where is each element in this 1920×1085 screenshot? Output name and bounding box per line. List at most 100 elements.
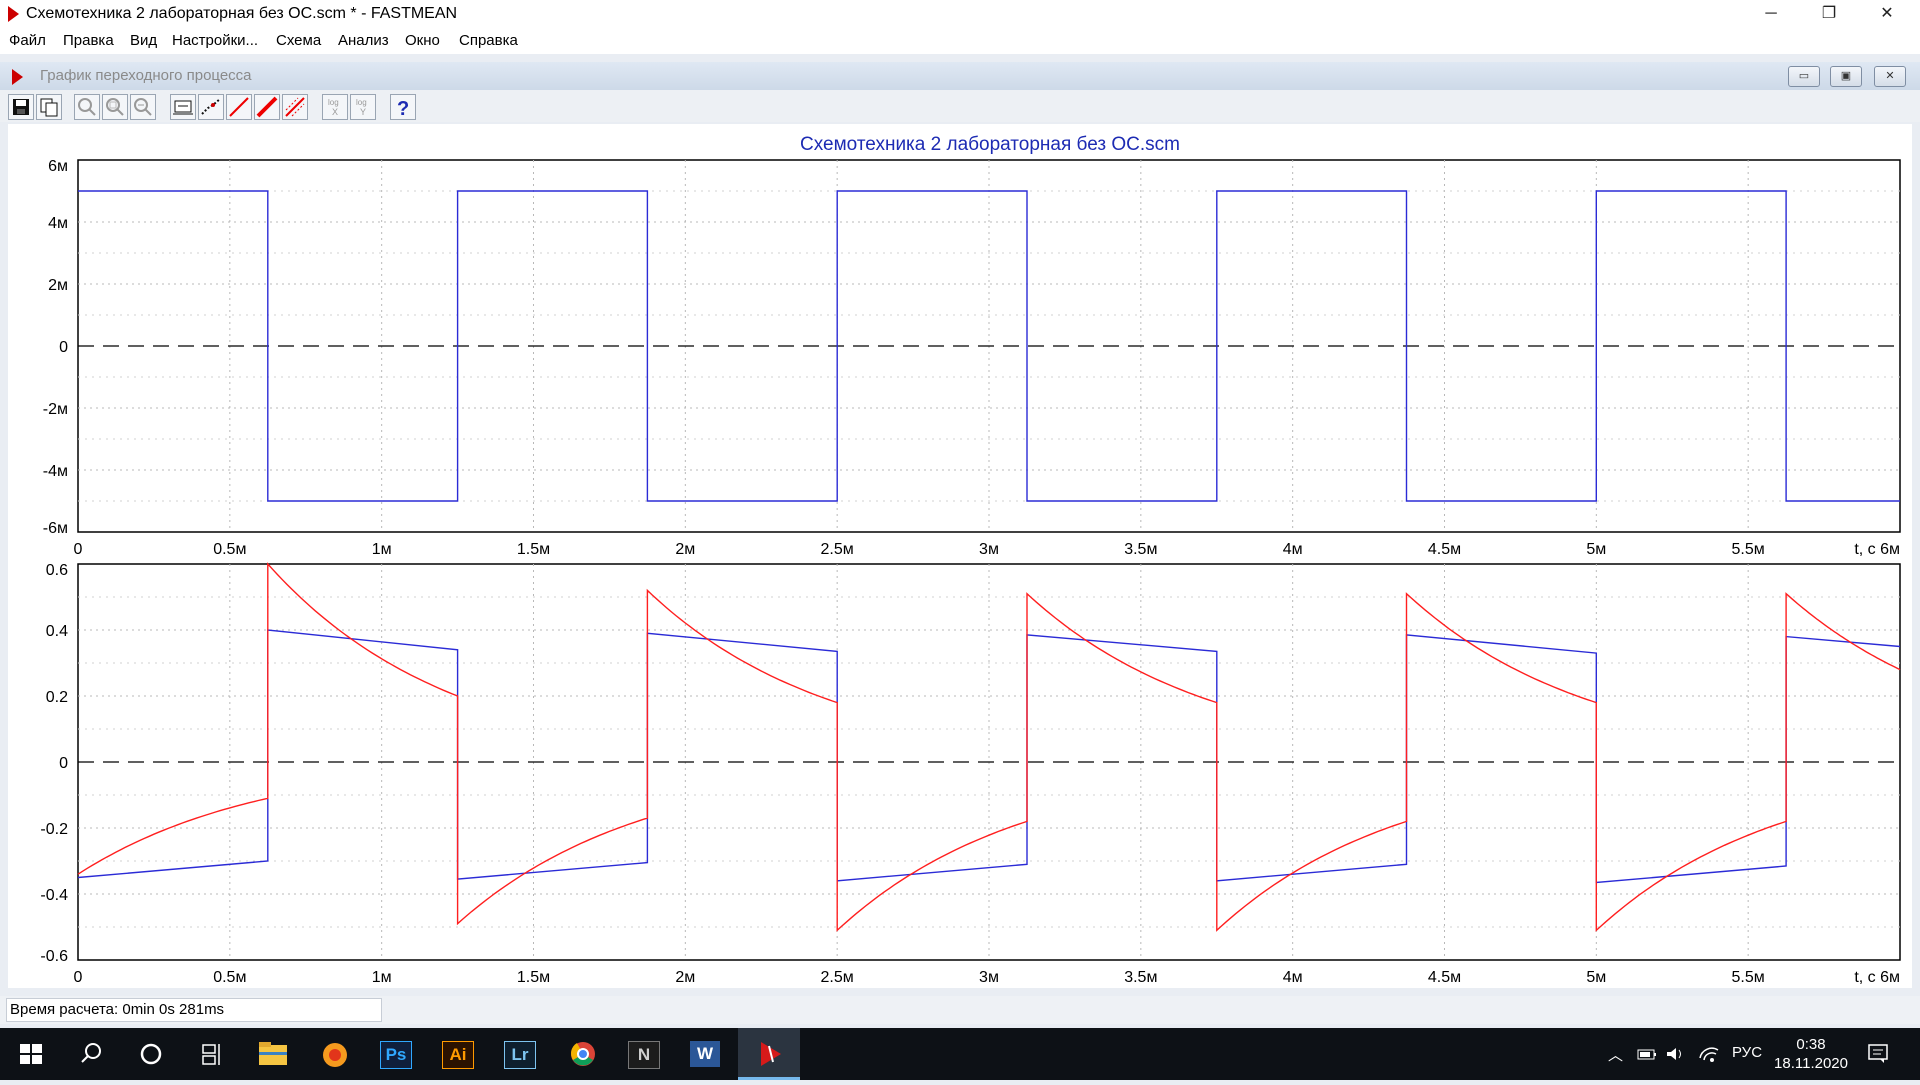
chart-0-x-tick-label: 5.5м bbox=[1732, 541, 1765, 558]
copy-icon bbox=[40, 98, 58, 117]
chart-0-x-tick-label: 4м bbox=[1283, 541, 1303, 558]
clock-date: 18.11.2020 bbox=[1774, 1055, 1848, 1072]
svg-text:log: log bbox=[356, 98, 367, 107]
help-icon: ? bbox=[397, 98, 409, 119]
close-button[interactable]: ✕ bbox=[1858, 0, 1916, 28]
save-button[interactable] bbox=[8, 94, 34, 120]
svg-text:log: log bbox=[328, 98, 339, 107]
points-button[interactable] bbox=[198, 94, 224, 120]
wifi-icon[interactable] bbox=[1698, 1044, 1720, 1064]
graph-window-icon bbox=[12, 69, 23, 85]
zoom-region-button[interactable] bbox=[102, 94, 128, 120]
marker-button[interactable] bbox=[170, 94, 196, 120]
chart-1-y-tick-label: 0.6 bbox=[46, 562, 68, 579]
menu-settings[interactable]: Настройки... bbox=[172, 32, 258, 49]
chart-0-x-tick-label: 2м bbox=[675, 541, 695, 558]
bold-line-icon bbox=[256, 96, 278, 118]
svg-text:Y: Y bbox=[360, 107, 366, 117]
menu-analysis[interactable]: Анализ bbox=[338, 32, 389, 49]
volume-icon[interactable] bbox=[1664, 1044, 1686, 1064]
fastmean-taskbar-button[interactable] bbox=[738, 1028, 800, 1080]
app-n-button[interactable]: N bbox=[614, 1028, 676, 1080]
transient-charts[interactable]: Схемотехника 2 лабораторная без ОС.scm 0… bbox=[8, 124, 1912, 988]
chart-0-x-tick-label: 0 bbox=[74, 541, 83, 558]
file-explorer-button[interactable] bbox=[242, 1028, 304, 1080]
lightroom-button[interactable]: Lr bbox=[490, 1028, 552, 1080]
copy-button[interactable] bbox=[36, 94, 62, 120]
zoom-button[interactable] bbox=[74, 94, 100, 120]
log-y-button[interactable]: log Y bbox=[350, 94, 376, 120]
photoshop-button[interactable]: Ps bbox=[366, 1028, 428, 1080]
illustrator-icon: Ai bbox=[442, 1041, 474, 1069]
chart-0-y-tick-label: 0 bbox=[59, 339, 68, 356]
clock[interactable]: 0:38 18.11.2020 bbox=[1774, 1035, 1848, 1073]
language-indicator[interactable]: РУС bbox=[1732, 1044, 1762, 1061]
chart-1-x-tick-label: 0.5м bbox=[213, 969, 246, 986]
chart-1-y-tick-label: -0.2 bbox=[40, 821, 68, 838]
chart-0-x-tick-label: 1м bbox=[372, 541, 392, 558]
menu-edit[interactable]: Правка bbox=[63, 32, 114, 49]
line-icon bbox=[229, 97, 249, 117]
zoom-region-icon bbox=[106, 98, 124, 116]
status-box: Время расчета: 0min 0s 281ms bbox=[6, 998, 382, 1022]
chrome-button[interactable] bbox=[552, 1028, 614, 1080]
lightroom-icon: Lr bbox=[504, 1041, 536, 1069]
chart-0-x-tick-label: 0.5м bbox=[213, 541, 246, 558]
battery-icon[interactable] bbox=[1636, 1044, 1658, 1064]
app-n-icon: N bbox=[628, 1041, 660, 1069]
minimize-button[interactable]: ─ bbox=[1742, 0, 1800, 28]
task-view-icon bbox=[202, 1044, 220, 1065]
line-button[interactable] bbox=[226, 94, 252, 120]
help-button[interactable]: ? bbox=[390, 94, 416, 120]
chart-1-x-tick-label: 1.5м bbox=[517, 969, 550, 986]
chart-0-x-tick-label: 1.5м bbox=[517, 541, 550, 558]
chart-0-y-tick-label: -2м bbox=[43, 401, 68, 418]
zoom-icon bbox=[78, 98, 96, 116]
inner-restore-button[interactable]: ▣ bbox=[1830, 66, 1862, 87]
restore-button[interactable]: ❐ bbox=[1800, 0, 1858, 28]
fastmean-icon bbox=[761, 1042, 781, 1066]
photoshop-icon: Ps bbox=[380, 1041, 412, 1069]
svg-text:?: ? bbox=[397, 98, 409, 119]
zoom-out-button[interactable] bbox=[130, 94, 156, 120]
taskbar: Ps Ai Lr N W ︿ РУС 0:38 18.11.2020 bbox=[0, 1028, 1920, 1080]
hatch-button[interactable] bbox=[282, 94, 308, 120]
search-button[interactable] bbox=[60, 1028, 122, 1080]
menu-bar: Файл Правка Вид Настройки... Схема Анали… bbox=[0, 28, 1920, 54]
chart-0-y-tick-label: 6м bbox=[48, 158, 68, 175]
log-y-icon: logY bbox=[356, 98, 367, 117]
chart-0-x-axis-label: t, с 6м bbox=[1854, 541, 1900, 558]
file-explorer-icon bbox=[259, 1042, 287, 1065]
menu-scheme[interactable]: Схема bbox=[276, 32, 321, 49]
task-view-button[interactable] bbox=[180, 1028, 242, 1080]
word-button[interactable]: W bbox=[676, 1028, 738, 1080]
inner-close-button[interactable]: ✕ bbox=[1874, 66, 1906, 87]
toolbar: log X log Y ? bbox=[0, 90, 1920, 122]
notifications-icon[interactable] bbox=[1866, 1042, 1892, 1066]
bold-line-button[interactable] bbox=[254, 94, 280, 120]
calc-time: Время расчета: 0min 0s 281ms bbox=[10, 1001, 225, 1018]
menu-view[interactable]: Вид bbox=[130, 32, 157, 49]
menu-help[interactable]: Справка bbox=[459, 32, 518, 49]
marker-icon bbox=[173, 100, 193, 115]
inner-minimize-button[interactable]: ▭ bbox=[1788, 66, 1820, 87]
chart-0-x-tick-label: 2.5м bbox=[821, 541, 854, 558]
chart-1-x-tick-label: 5м bbox=[1586, 969, 1606, 986]
illustrator-button[interactable]: Ai bbox=[428, 1028, 490, 1080]
menu-file[interactable]: Файл bbox=[9, 32, 46, 49]
start-button[interactable] bbox=[0, 1028, 62, 1080]
chart-1-y-tick-label: 0.2 bbox=[46, 689, 68, 706]
log-x-button[interactable]: log X bbox=[322, 94, 348, 120]
chart-1-x-tick-label: 3.5м bbox=[1124, 969, 1157, 986]
log-x-icon: logX bbox=[328, 98, 339, 117]
points-icon bbox=[201, 98, 221, 115]
chart-1-y-tick-label: 0.4 bbox=[46, 623, 68, 640]
chart-0-x-tick-label: 5м bbox=[1586, 541, 1606, 558]
chart-1-x-tick-label: 2.5м bbox=[821, 969, 854, 986]
cortana-button[interactable] bbox=[120, 1028, 182, 1080]
app-orange-button[interactable] bbox=[304, 1028, 366, 1080]
menu-window[interactable]: Окно bbox=[405, 32, 440, 49]
chart-1-x-tick-label: 5.5м bbox=[1732, 969, 1765, 986]
chart-1-x-tick-label: 4м bbox=[1283, 969, 1303, 986]
tray-chevron-icon[interactable]: ︿ bbox=[1608, 1044, 1623, 1065]
